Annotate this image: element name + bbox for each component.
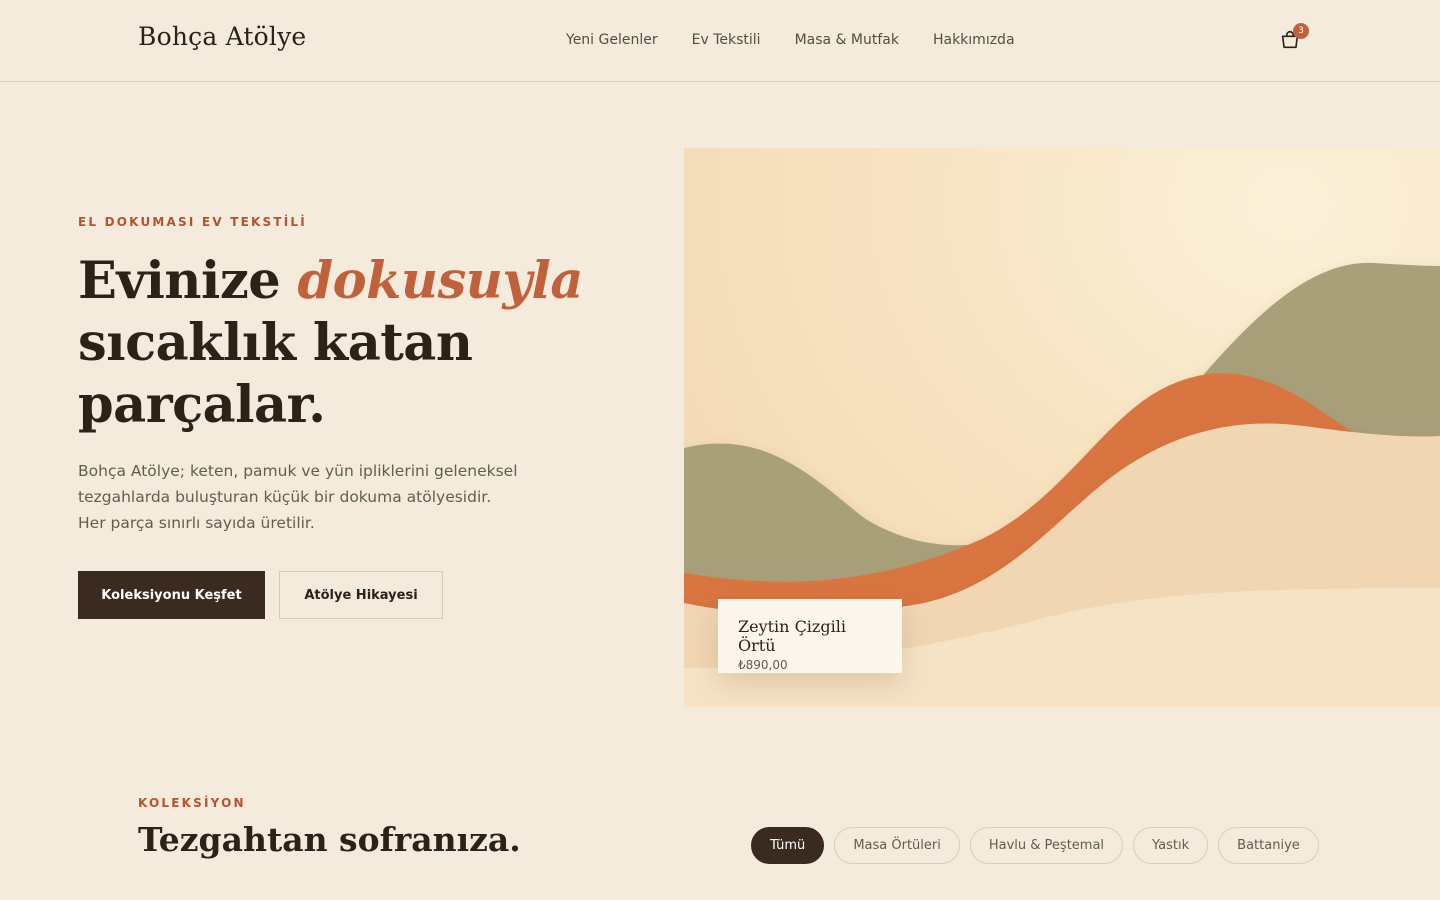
product-price: ₺890,00 (738, 658, 788, 672)
filter-pillows[interactable]: Yastık (1133, 827, 1209, 864)
main-nav: Yeni Gelenler Ev Tekstili Masa & Mutfak … (566, 32, 1015, 48)
nav-item-about[interactable]: Hakkımızda (933, 32, 1015, 48)
workshop-story-button[interactable]: Atölye Hikayesi (279, 571, 443, 619)
site-header: Bohça Atölye Yeni Gelenler Ev Tekstili M… (0, 0, 1440, 82)
explore-collection-button[interactable]: Koleksiyonu Keşfet (78, 571, 265, 619)
hero-title-emphasis: dokusuyla (297, 251, 584, 311)
site-logo[interactable]: Bohça Atölye (138, 22, 306, 51)
hero-title-part1: Evinize (78, 251, 298, 311)
filter-tablecloths[interactable]: Masa Örtüleri (834, 827, 960, 864)
featured-product-card[interactable]: Zeytin Çizgili Örtü ₺890,00 (718, 599, 902, 673)
collection-eyebrow: KOLEKSİYON (138, 796, 246, 810)
hero-title-part2: sıcaklık katan parçalar. (78, 313, 473, 435)
nav-item-table-kitchen[interactable]: Masa & Mutfak (795, 32, 899, 48)
hero-description: Bohça Atölye; keten, pamuk ve yün iplikl… (78, 462, 518, 532)
collection-title: Tezgahtan sofranıza. (138, 820, 521, 859)
hero-eyebrow: EL DOKUMASI EV TEKSTİLİ (78, 215, 307, 229)
nav-item-new-arrivals[interactable]: Yeni Gelenler (566, 32, 658, 48)
nav-item-home-textile[interactable]: Ev Tekstili (692, 32, 761, 48)
product-name: Zeytin Çizgili Örtü (738, 617, 846, 655)
cart-count-badge: 3 (1293, 23, 1309, 39)
filter-towels[interactable]: Havlu & Peştemal (969, 827, 1124, 864)
filter-all[interactable]: Tümü (751, 827, 825, 864)
filter-blankets[interactable]: Battaniye (1218, 827, 1319, 864)
collection-filters: Tümü Masa Örtüleri Havlu & Peştemal Yast… (751, 827, 1319, 864)
hero-title: Evinize dokusuyla sıcaklık katan parçala… (78, 250, 598, 436)
